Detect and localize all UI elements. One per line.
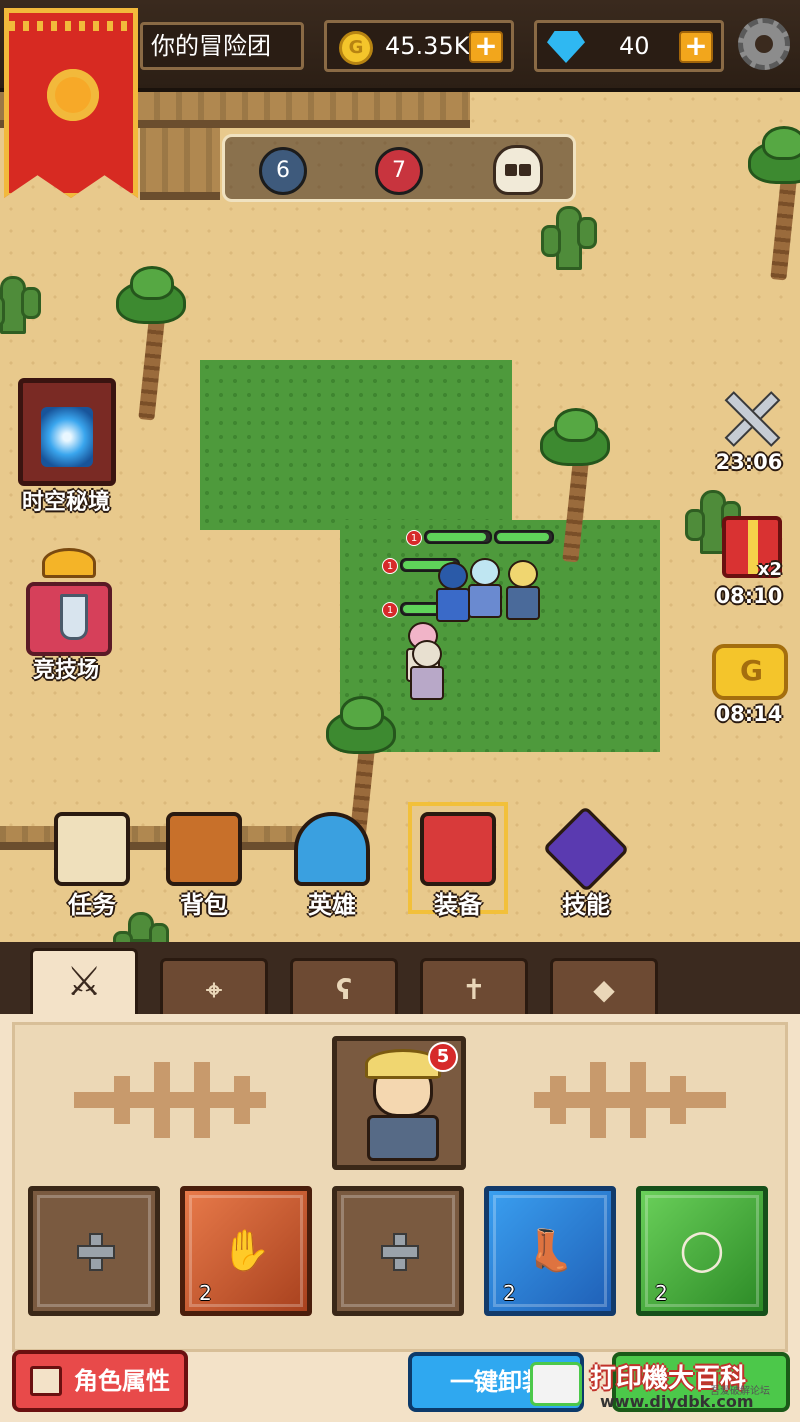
- tab-sword[interactable]: ⚔: [30, 948, 138, 1016]
- portal-icon: [18, 378, 116, 486]
- time-space-realm-label: 时空秘境: [21, 490, 110, 515]
- holy-cross-icon: ✝: [462, 973, 486, 1006]
- arena-icon: [24, 548, 114, 658]
- boots-icon: 👢: [525, 1228, 575, 1274]
- gift-timer-text: 08:10: [715, 584, 783, 608]
- level-badge: 1: [406, 530, 422, 546]
- gold-amount: 45.35K: [385, 32, 470, 60]
- equip-slot-ring[interactable]: ◯ 2: [636, 1186, 768, 1316]
- character-attributes-button[interactable]: 角色属性: [12, 1350, 188, 1412]
- gold-timer-text: 08:14: [715, 702, 783, 726]
- hero-archer[interactable]: [500, 560, 546, 624]
- attributes-panel-icon: [30, 1366, 62, 1396]
- menu-skill-label: 技能: [562, 891, 610, 919]
- hero-helmet-icon: [294, 812, 370, 886]
- level-badge: 1: [382, 558, 398, 574]
- equipment-class-tabs: ⚔ ⌖ ʕ ✝ ◆: [0, 942, 800, 1016]
- equip-slot-gloves[interactable]: ✋ 2: [180, 1186, 312, 1316]
- tab-axe[interactable]: ◆: [550, 958, 658, 1014]
- slot-count: 2: [199, 1281, 212, 1305]
- gold-coin-icon: G: [339, 31, 373, 65]
- equip-slot-armor[interactable]: [332, 1186, 464, 1316]
- level-badge: 1: [382, 602, 398, 618]
- equip-slot-weapon[interactable]: [28, 1186, 160, 1316]
- wave-red-counter: 7: [375, 147, 423, 195]
- palm-tree: [728, 126, 800, 281]
- quest-scroll-icon: [54, 812, 130, 886]
- hero-level-badge: 5: [428, 1042, 458, 1072]
- sun-emblem-icon: [47, 69, 99, 121]
- menu-equip-button[interactable]: 装备: [406, 802, 510, 920]
- menu-quest-label: 任务: [68, 891, 116, 919]
- gift-multiplier: x2: [757, 559, 782, 580]
- axe-icon: ◆: [593, 973, 615, 1006]
- character-attributes-label: 角色属性: [74, 1367, 170, 1395]
- equip-slot-boots[interactable]: 👢 2: [484, 1186, 616, 1316]
- wave-progress-panel: 6 7: [222, 134, 576, 202]
- menu-hero-label: 英雄: [308, 891, 356, 919]
- gold-coin-stack-icon: [712, 644, 788, 700]
- watermark-url: www.djydbk.com: [600, 1392, 754, 1411]
- wave-blue-counter: 6: [259, 147, 307, 195]
- menu-skill-button[interactable]: 技能: [534, 805, 638, 920]
- printer-logo-icon: [530, 1362, 582, 1406]
- arena-label: 竞技场: [32, 658, 99, 683]
- hp-bar: [424, 530, 492, 544]
- add-gold-button[interactable]: +: [469, 31, 503, 63]
- hp-bar: [494, 530, 554, 544]
- gift-timer[interactable]: x2 08:10: [704, 516, 794, 612]
- settings-gear-icon[interactable]: [738, 18, 790, 70]
- rock-wall: [140, 128, 220, 200]
- diamond-icon: [547, 31, 585, 63]
- weapon-slot-icon: [77, 1233, 115, 1271]
- grass-field: [200, 360, 512, 530]
- slot-count: 2: [655, 1281, 668, 1305]
- treasure-chest-icon: [166, 812, 242, 886]
- bow-icon: ⌖: [206, 973, 222, 1006]
- skull-icon[interactable]: [493, 145, 543, 195]
- guild-banner[interactable]: [4, 8, 138, 198]
- staff-icon: ʕ: [335, 973, 353, 1006]
- tab-holy[interactable]: ✝: [420, 958, 528, 1014]
- hero-cleric[interactable]: [404, 640, 450, 704]
- gift-icon: x2: [722, 516, 782, 580]
- gem-amount: 40: [619, 32, 650, 60]
- cactus: [541, 206, 597, 270]
- cactus: [0, 276, 41, 334]
- sword-icon: ⚔: [66, 959, 102, 1005]
- ring-icon: ◯: [679, 1227, 725, 1273]
- menu-bag-button[interactable]: 背包: [152, 808, 256, 920]
- armor-slot-icon: [381, 1233, 419, 1271]
- gold-timer[interactable]: 08:14: [704, 644, 794, 730]
- gold-counter: G 45.35K +: [324, 20, 514, 72]
- slot-count: 2: [503, 1281, 516, 1305]
- menu-hero-button[interactable]: 英雄: [280, 808, 384, 920]
- arena-button[interactable]: 竞技场: [6, 548, 126, 688]
- banner-fringe: [9, 21, 133, 31]
- portrait-armor: [367, 1115, 439, 1161]
- battle-timer[interactable]: 23:06: [704, 384, 794, 480]
- tab-bow[interactable]: ⌖: [160, 958, 268, 1014]
- equipment-book-icon: [420, 812, 496, 886]
- ornament-left: [74, 1062, 266, 1138]
- tab-staff[interactable]: ʕ: [290, 958, 398, 1014]
- gauntlets-icon: ✋: [221, 1228, 271, 1274]
- menu-quest-button[interactable]: 任务: [40, 808, 144, 920]
- ornament-right: [534, 1062, 726, 1138]
- add-gems-button[interactable]: +: [679, 31, 713, 63]
- crossed-swords-icon: [718, 384, 782, 446]
- skill-crystal-icon: [542, 805, 630, 893]
- menu-bag-label: 背包: [180, 891, 228, 919]
- gem-counter: 40 +: [534, 20, 724, 72]
- time-space-realm-button[interactable]: 时空秘境: [6, 378, 126, 518]
- battle-timer-text: 23:06: [715, 450, 783, 474]
- menu-equip-label: 装备: [434, 891, 482, 919]
- team-name[interactable]: 你的冒险团: [140, 22, 304, 70]
- watermark: 打印機大百科 吾爱破解论坛 www.djydbk.com: [530, 1352, 796, 1418]
